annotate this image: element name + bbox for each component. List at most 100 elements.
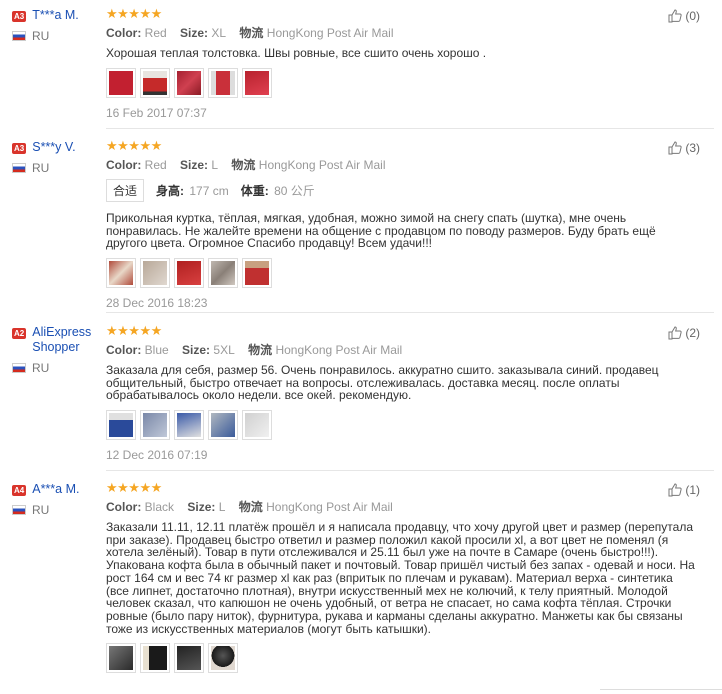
review-photo-thumbnail[interactable] [174, 67, 204, 98]
review-date: 12 Dec 2016 07:19 [106, 448, 208, 463]
review-photo-thumbnail[interactable] [106, 410, 136, 441]
reviewer-name[interactable]: AliExpress Shopper [10, 325, 104, 355]
reviewer-name[interactable]: T***a M. [32, 8, 79, 23]
review-photo-thumbnail[interactable] [174, 410, 204, 441]
russia-flag-icon [12, 363, 26, 373]
review-photo-thumbnail[interactable] [174, 258, 204, 289]
shipping-label: 物流 [238, 500, 263, 514]
shipping-value: HongKong Post Air Mail [266, 500, 393, 514]
rating-stars: ★★★★★ [106, 323, 162, 338]
color-value: Blue [144, 343, 169, 357]
review-photo-thumbnail[interactable] [140, 643, 170, 674]
helpful-button[interactable]: (0) [667, 8, 700, 24]
review-item: A4 A***a M. RU ★★★★★ Color: Black Size: … [0, 480, 722, 692]
review-photo-thumbnail[interactable] [208, 67, 238, 98]
color-value: Black [144, 500, 175, 514]
review-text: Прикольная куртка, тёплая, мягкая, удобн… [106, 211, 656, 251]
review-photo-thumbnail[interactable] [140, 410, 170, 441]
reviewer-name[interactable]: S***y V. [32, 140, 75, 155]
shipping-value: HongKong Post Air Mail [275, 343, 403, 357]
divider [106, 312, 714, 313]
review-content: ★★★★★ Color: Red Size: XL 物流 HongKong Po… [106, 7, 706, 120]
color-label: Color: [106, 26, 142, 40]
country-code: RU [32, 161, 50, 175]
size-label: Size: [180, 26, 209, 40]
shipping-label: 物流 [231, 158, 256, 172]
reviewer-info: A4 A***a M. RU [12, 482, 104, 517]
divider [600, 689, 722, 690]
rating-stars: ★★★★★ [106, 480, 162, 495]
review-photo-thumbnail[interactable] [242, 258, 272, 289]
rating-stars: ★★★★★ [106, 138, 162, 153]
helpful-button[interactable]: (2) [667, 325, 700, 341]
reviewer-info: A3 T***a M. RU [12, 8, 104, 43]
review-item: A2 AliExpress Shopper RU ★★★★★ Color: Bl… [0, 323, 722, 465]
review-item: A3 T***a M. RU ★★★★★ Color: Red Size: XL… [0, 7, 722, 128]
weight-value: 80 公斤 [274, 184, 315, 198]
review-photo-thumbnail[interactable] [106, 258, 136, 289]
review-photos [106, 410, 706, 441]
review-photo-thumbnail[interactable] [106, 67, 136, 98]
reviewer-country: RU [12, 361, 104, 375]
reviewer-info: A3 S***y V. RU [12, 140, 104, 175]
color-label: Color: [106, 500, 142, 514]
review-photos [106, 643, 706, 674]
buyer-level-badge: A3 [12, 143, 27, 154]
helpful-count: (3) [685, 141, 700, 155]
thumbs-up-icon [668, 141, 682, 155]
divider [106, 128, 714, 129]
review-item: A3 S***y V. RU ★★★★★ Color: Red Size: L … [0, 138, 722, 311]
reviewer-name[interactable]: A***a M. [32, 482, 79, 497]
reviewer-country: RU [12, 29, 104, 43]
russia-flag-icon [12, 163, 26, 173]
color-label: Color: [106, 158, 142, 172]
order-attributes: Color: Red Size: XL 物流 HongKong Post Air… [106, 24, 706, 41]
country-code: RU [32, 503, 50, 517]
review-content: ★★★★★ Color: Red Size: L 物流 HongKong Pos… [106, 138, 706, 311]
reviewer-country: RU [12, 503, 104, 517]
helpful-count: (1) [685, 483, 700, 497]
review-photo-thumbnail[interactable] [140, 67, 170, 98]
helpful-count: (2) [685, 326, 700, 340]
divider [106, 470, 714, 471]
review-photos [106, 258, 706, 289]
shipping-label: 物流 [248, 343, 273, 357]
review-photo-thumbnail[interactable] [106, 643, 136, 674]
review-text: Хорошая теплая толстовка. Швы ровные, вс… [106, 46, 487, 60]
order-attributes: Color: Blue Size: 5XL 物流 HongKong Post A… [106, 341, 706, 358]
review-date: 28 Dec 2016 18:23 [106, 296, 208, 311]
weight-label: 体重: [240, 184, 269, 198]
reviewer-info: A2 AliExpress Shopper RU [12, 325, 104, 375]
size-value: XL [211, 26, 227, 40]
russia-flag-icon [12, 505, 26, 515]
country-code: RU [32, 361, 50, 375]
review-date: 16 Feb 2017 07:37 [106, 105, 207, 120]
review-photo-thumbnail[interactable] [208, 643, 238, 674]
thumbs-up-icon [668, 9, 682, 23]
review-text: Заказала для себя, размер 56. Очень понр… [106, 363, 659, 403]
size-value: 5XL [213, 343, 235, 357]
color-value: Red [144, 26, 167, 40]
helpful-button[interactable]: (1) [667, 482, 700, 498]
size-label: Size: [182, 343, 211, 357]
helpful-button[interactable]: (3) [667, 140, 700, 156]
review-photo-thumbnail[interactable] [208, 258, 238, 289]
review-content: ★★★★★ Color: Blue Size: 5XL 物流 HongKong … [106, 323, 706, 463]
russia-flag-icon [12, 31, 26, 41]
review-photo-thumbnail[interactable] [242, 67, 272, 98]
review-photo-thumbnail[interactable] [208, 410, 238, 441]
helpful-count: (0) [685, 9, 700, 23]
height-label: 身高: [156, 184, 185, 198]
thumbs-up-icon [668, 326, 682, 340]
shipping-value: HongKong Post Air Mail [258, 158, 386, 172]
color-value: Red [144, 158, 167, 172]
color-label: Color: [106, 343, 142, 357]
height-value: 177 cm [189, 184, 229, 198]
review-photo-thumbnail[interactable] [174, 643, 204, 674]
reviewer-country: RU [12, 161, 104, 175]
size-value: L [218, 500, 226, 514]
review-photo-thumbnail[interactable] [242, 410, 272, 441]
size-label: Size: [180, 158, 209, 172]
size-label: Size: [187, 500, 216, 514]
review-photo-thumbnail[interactable] [140, 258, 170, 289]
